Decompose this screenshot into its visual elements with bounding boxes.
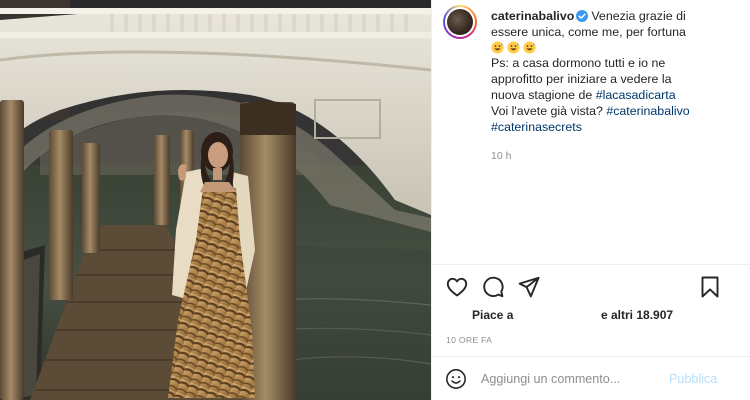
heart-icon[interactable]: [445, 275, 469, 299]
publish-button[interactable]: Pubblica: [669, 372, 717, 386]
avatar-image: [447, 9, 473, 35]
emoji-smile-icon[interactable]: [445, 368, 467, 390]
post-photo[interactable]: [0, 0, 431, 400]
grinning-sweat-emoji: [523, 41, 536, 54]
caption-time[interactable]: 10 h: [491, 150, 511, 162]
caption-line-2: essere unica, come me, per fortuna: [491, 24, 686, 39]
action-bar: [432, 270, 750, 304]
post-details-panel: caterinabalivo Venezia grazie di essere u…: [431, 0, 750, 400]
grinning-sweat-emoji: [491, 41, 504, 54]
caption-line-5: nuova stagione de: [491, 87, 596, 102]
username-link[interactable]: caterinabalivo: [491, 9, 574, 23]
comment-icon[interactable]: [481, 275, 505, 299]
bookmark-icon[interactable]: [698, 275, 722, 299]
caption-line-3: Ps: a casa dormono tutti e io ne: [491, 56, 666, 71]
hashtag-link[interactable]: #caterinasecrets: [491, 120, 582, 134]
avatar[interactable]: [443, 5, 477, 39]
post-caption: caterinabalivo Venezia grazie di essere u…: [491, 9, 741, 135]
comment-input[interactable]: [481, 369, 661, 389]
likes-count-link[interactable]: e altri 18.907: [601, 308, 673, 322]
caption-emojis: [491, 41, 741, 57]
likes-prefix: Piace a: [472, 308, 514, 322]
comment-form: Pubblica: [432, 357, 750, 400]
post-caption-section: caterinabalivo Venezia grazie di essere u…: [432, 0, 750, 162]
hashtag-link[interactable]: #caterinabalivo: [606, 104, 689, 118]
caption-line-4: approfitto per iniziare a vedere la: [491, 72, 672, 87]
grinning-sweat-emoji: [507, 41, 520, 54]
caption-line-1: Venezia grazie di: [591, 9, 686, 23]
caption-line-6: Voi l'avete già vista?: [491, 103, 607, 118]
post-timestamp[interactable]: 10 ORE FA: [446, 335, 492, 345]
likes-summary: Piace a e altri 18.907: [432, 308, 750, 324]
photo-canvas: [0, 0, 431, 400]
verified-badge-icon: [576, 10, 589, 22]
avatar-ring: [445, 7, 475, 37]
hashtag-link[interactable]: #lacasadicarta: [596, 88, 676, 102]
share-icon[interactable]: [517, 275, 541, 299]
divider: [432, 264, 750, 265]
